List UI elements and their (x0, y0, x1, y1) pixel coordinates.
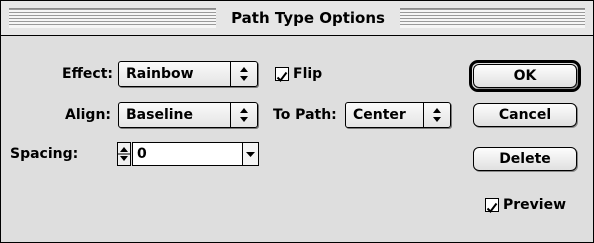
preview-checkbox[interactable] (485, 198, 499, 214)
align-popup[interactable]: Baseline (118, 102, 258, 128)
checkmark-icon (486, 202, 498, 214)
dialog-title: Path Type Options (223, 7, 393, 29)
flip-checkbox[interactable] (275, 67, 289, 83)
to-path-popup[interactable]: Center (345, 102, 451, 128)
preview-label[interactable]: Preview (503, 195, 566, 215)
to-path-value: Center (353, 107, 406, 123)
updown-arrows-icon (423, 103, 450, 127)
spacing-dropdown-button[interactable] (242, 142, 259, 166)
align-label: Align: (65, 107, 112, 123)
path-type-options-dialog: Path Type Options Effect: Rainbow Flip A… (0, 0, 594, 243)
ok-button[interactable]: OK (473, 64, 577, 88)
effect-label: Effect: (62, 66, 113, 82)
to-path-label: To Path: (273, 107, 337, 123)
spacing-stepper[interactable] (117, 142, 131, 166)
delete-button[interactable]: Delete (473, 147, 577, 171)
align-value: Baseline (126, 107, 194, 123)
dropdown-arrow-icon (246, 152, 255, 157)
updown-arrows-icon (230, 62, 257, 86)
effect-popup[interactable]: Rainbow (118, 61, 258, 87)
flip-label[interactable]: Flip (293, 64, 322, 84)
effect-value: Rainbow (126, 66, 194, 82)
stepper-arrows-icon (118, 147, 130, 161)
spacing-label: Spacing: (10, 146, 79, 162)
title-bar-stripes-right (400, 8, 585, 28)
title-bar[interactable]: Path Type Options (1, 1, 593, 36)
spacing-value: 0 (137, 146, 147, 162)
cancel-button[interactable]: Cancel (473, 103, 577, 127)
updown-arrows-icon (230, 103, 257, 127)
title-bar-stripes-left (9, 8, 216, 28)
checkmark-icon (276, 71, 288, 83)
spacing-input[interactable]: 0 (132, 142, 243, 166)
